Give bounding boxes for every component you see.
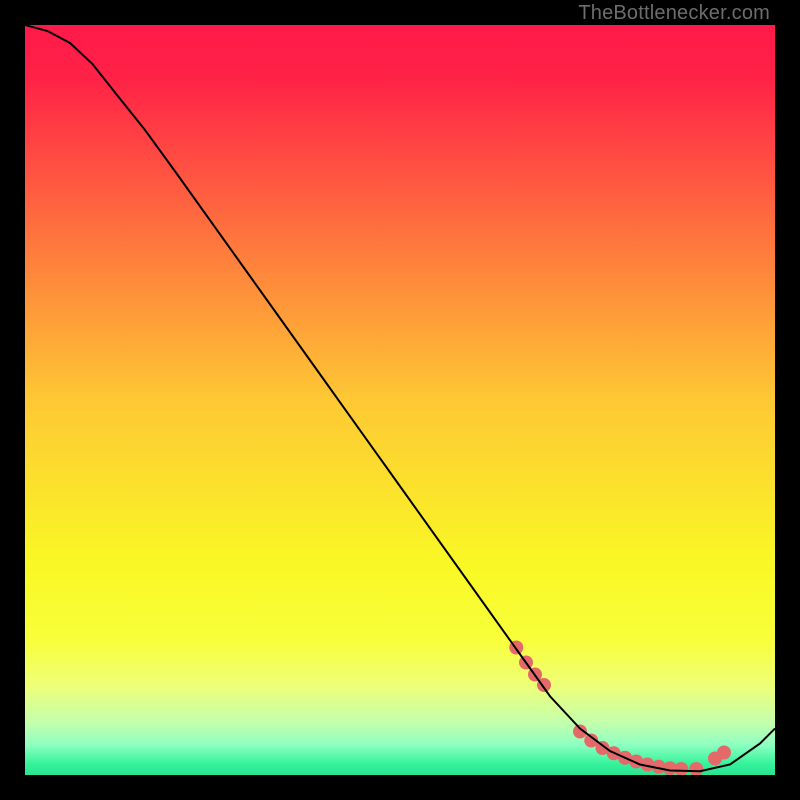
chart-svg [25, 25, 775, 775]
chart-background [25, 25, 775, 775]
chart-frame [25, 25, 775, 775]
marker-dot [717, 746, 731, 760]
watermark-text: TheBottlenecker.com [578, 2, 770, 25]
